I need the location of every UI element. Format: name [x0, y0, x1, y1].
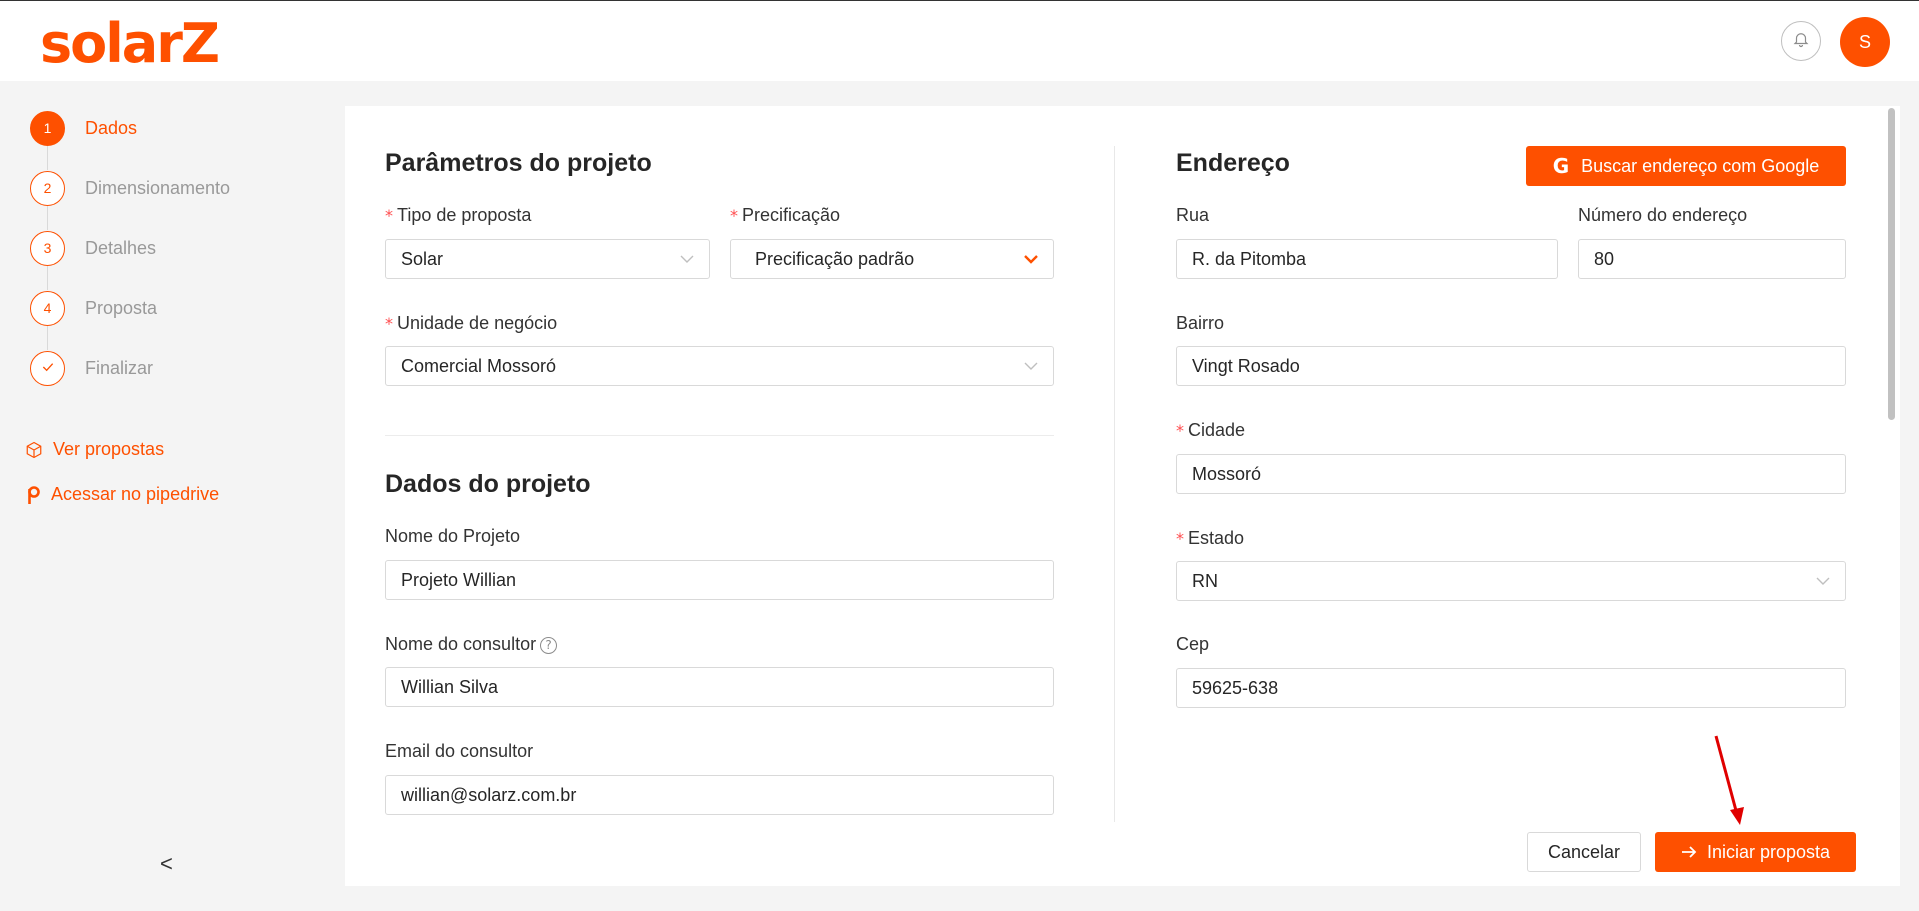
pipedrive-icon	[25, 485, 41, 505]
scrollbar[interactable]	[1888, 108, 1895, 420]
step-connector	[47, 266, 48, 290]
neighborhood-label: Bairro	[1176, 313, 1225, 333]
address-number-value: 80	[1594, 248, 1615, 269]
step-finalizar[interactable]: Finalizar	[30, 350, 330, 386]
zip-label: Cep	[1176, 634, 1210, 654]
address-number-input[interactable]: 80	[1578, 239, 1846, 279]
street-input[interactable]: R. da Pitomba	[1176, 239, 1558, 279]
step-number: 4	[30, 290, 65, 326]
city-input[interactable]: Mossoró	[1176, 454, 1846, 494]
view-proposals-label: Ver propostas	[53, 439, 165, 459]
arrow-right-icon	[1681, 845, 1697, 859]
chevron-down-icon	[680, 252, 694, 266]
google-icon: G	[1552, 154, 1570, 178]
step-dados[interactable]: 1 Dados	[30, 110, 330, 146]
project-name-label: Nome do Projeto	[385, 526, 521, 546]
notifications-button[interactable]	[1781, 21, 1821, 61]
step-number: 2	[30, 170, 65, 206]
address-number-label: Número do endereço	[1578, 205, 1748, 225]
step-label: Dimensionamento	[85, 177, 231, 198]
pipedrive-label: Acessar no pipedrive	[51, 484, 220, 504]
business-unit-label: * Unidade de negócio	[385, 313, 558, 333]
google-button-label: Buscar endereço com Google	[1581, 155, 1820, 176]
street-label: Rua	[1176, 205, 1210, 225]
proposal-type-label: * Tipo de proposta	[385, 205, 532, 225]
city-label: * Cidade	[1176, 420, 1246, 440]
business-unit-value: Comercial Mossoró	[401, 355, 557, 376]
step-label: Finalizar	[85, 357, 154, 378]
consultant-email-input[interactable]: willian@solarz.com.br	[385, 775, 1054, 815]
section-divider	[385, 435, 1054, 436]
step-label: Proposta	[85, 297, 158, 318]
neighborhood-input[interactable]: Vingt Rosado	[1176, 346, 1846, 386]
project-data-title: Dados do projeto	[385, 470, 591, 498]
chevron-down-icon	[1024, 252, 1038, 266]
state-value: RN	[1192, 570, 1218, 591]
step-check-circle	[30, 350, 65, 386]
state-select[interactable]: RN	[1176, 561, 1846, 601]
state-label: * Estado	[1176, 528, 1245, 548]
consultant-email-value: willian@solarz.com.br	[401, 784, 577, 805]
step-proposta[interactable]: 4 Proposta	[30, 290, 330, 326]
step-connector	[47, 146, 48, 170]
step-number: 1	[30, 110, 65, 146]
consultant-email-label: Email do consultor	[385, 741, 534, 761]
proposal-type-value: Solar	[401, 248, 444, 269]
step-number: 3	[30, 230, 65, 266]
collapse-sidebar-button[interactable]: <	[160, 851, 173, 877]
address-title: Endereço	[1176, 149, 1290, 177]
chevron-down-icon	[1816, 574, 1830, 588]
pipedrive-link[interactable]: Acessar no pipedrive	[25, 484, 219, 505]
pricing-label: * Precificação	[730, 205, 841, 225]
step-dimensionamento[interactable]: 2 Dimensionamento	[30, 170, 330, 206]
annotation-arrow	[1710, 732, 1750, 833]
check-icon	[40, 359, 56, 378]
chevron-down-icon	[1024, 359, 1038, 373]
google-address-search-button[interactable]: G Buscar endereço com Google	[1526, 146, 1846, 186]
solarz-logo[interactable]: solarZ	[40, 17, 220, 71]
city-value: Mossoró	[1192, 463, 1262, 484]
project-name-input[interactable]: Projeto Willian	[385, 560, 1054, 600]
start-proposal-label: Iniciar proposta	[1706, 841, 1831, 862]
street-value: R. da Pitomba	[1192, 248, 1307, 269]
step-detalhes[interactable]: 3 Detalhes	[30, 230, 330, 266]
cancel-button[interactable]: Cancelar	[1527, 832, 1641, 872]
consultant-name-value: Willian Silva	[401, 676, 499, 697]
step-label: Detalhes	[85, 237, 157, 258]
box-icon	[25, 441, 43, 459]
help-icon[interactable]: ?	[540, 636, 558, 654]
business-unit-select[interactable]: Comercial Mossoró	[385, 346, 1054, 386]
consultant-name-label: Nome do consultor?	[385, 634, 558, 655]
project-params-title: Parâmetros do projeto	[385, 149, 652, 177]
neighborhood-value: Vingt Rosado	[1192, 355, 1300, 376]
pricing-select[interactable]: Precificação padrão	[730, 239, 1054, 279]
project-name-value: Projeto Willian	[401, 569, 517, 590]
column-divider	[1114, 146, 1115, 822]
zip-input[interactable]: 59625-638	[1176, 668, 1846, 708]
bell-icon	[1792, 30, 1810, 53]
step-connector	[47, 326, 48, 350]
zip-value: 59625-638	[1192, 677, 1279, 698]
view-proposals-link[interactable]: Ver propostas	[25, 439, 164, 460]
user-avatar[interactable]: S	[1840, 17, 1890, 67]
pricing-value: Precificação padrão	[755, 248, 915, 269]
step-connector	[47, 206, 48, 230]
proposal-type-select[interactable]: Solar	[385, 239, 710, 279]
start-proposal-button[interactable]: Iniciar proposta	[1655, 832, 1856, 872]
top-header: solarZ S	[0, 0, 1919, 81]
consultant-name-input[interactable]: Willian Silva	[385, 667, 1054, 707]
step-label: Dados	[85, 117, 138, 138]
